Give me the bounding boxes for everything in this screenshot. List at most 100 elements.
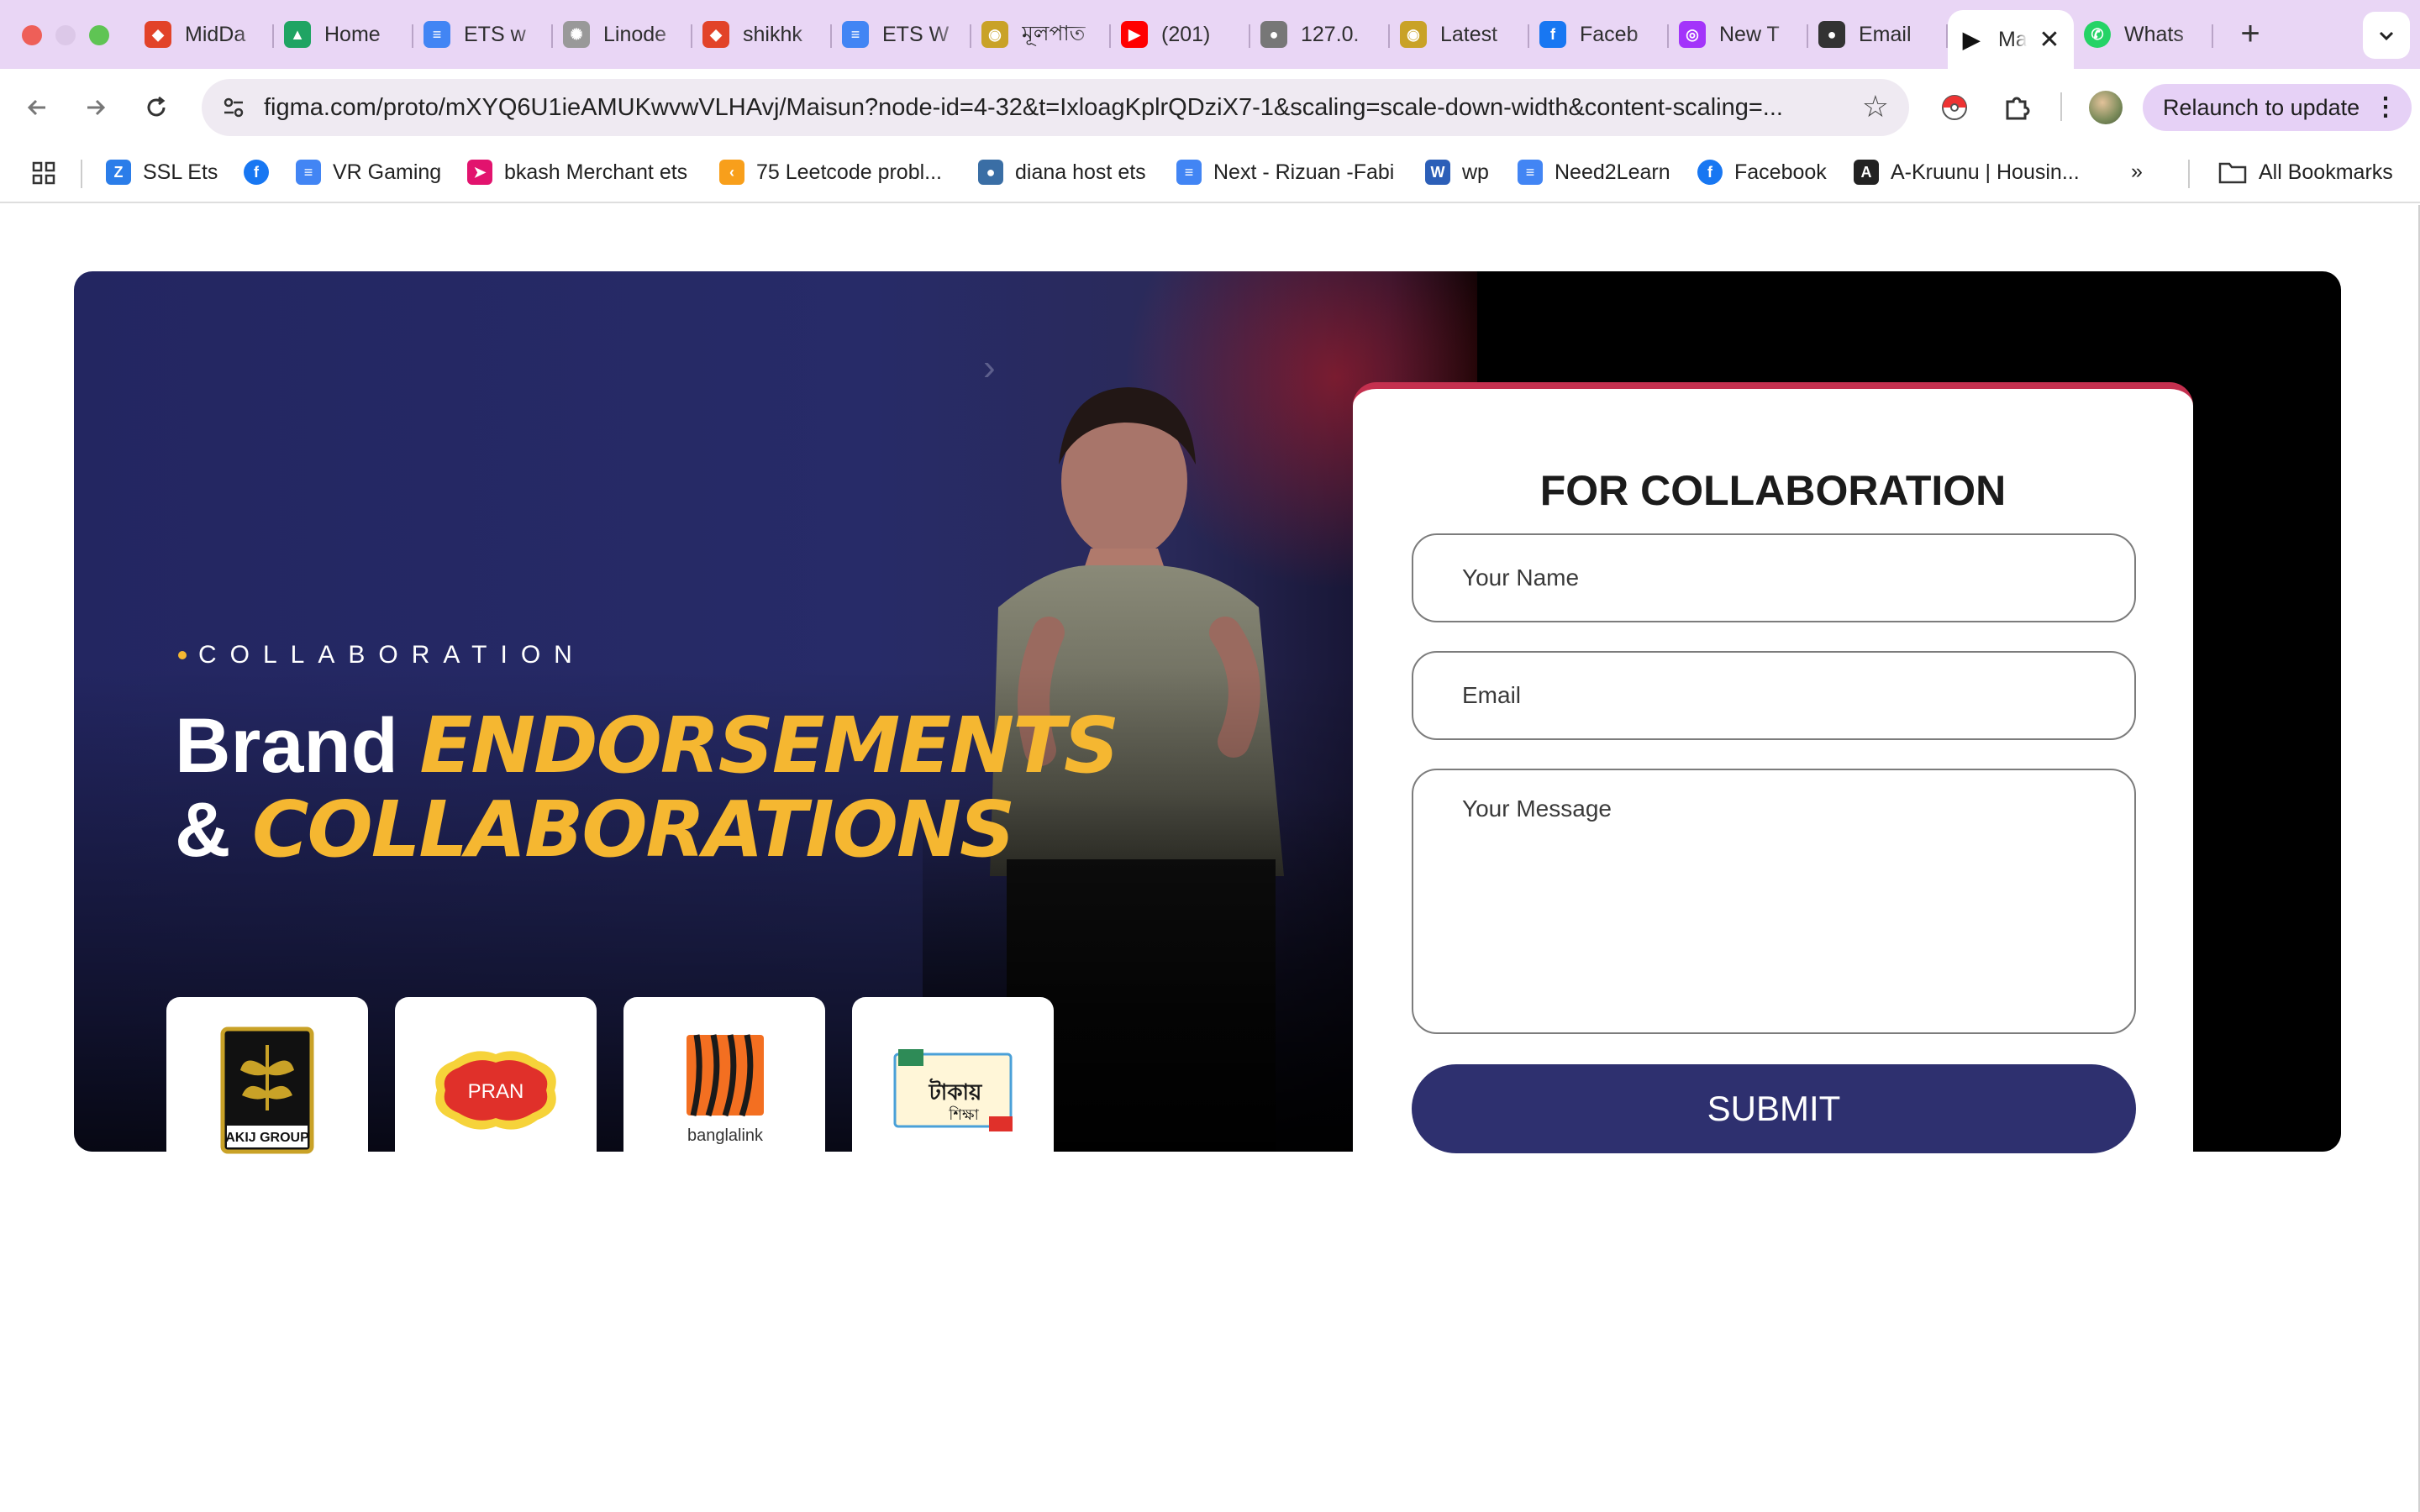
profile-avatar[interactable] <box>2089 91 2123 124</box>
tab-label: ETS w <box>464 22 526 46</box>
browser-tab[interactable]: ● 127.0. <box>1250 10 1390 59</box>
site-logo-icon: ◉ <box>1400 21 1427 48</box>
tab-label: 127.0. <box>1301 22 1360 46</box>
more-vertical-icon[interactable]: ⋮ <box>2373 92 2398 122</box>
bookmark-item[interactable]: ‹ 75 Leetcode probl... <box>719 160 942 185</box>
bookmark-item[interactable]: Z SSL Ets <box>106 160 218 185</box>
facebook-icon: f <box>244 160 269 185</box>
google-docs-icon: ≡ <box>1176 160 1202 185</box>
all-bookmarks-label: All Bookmarks <box>2259 160 2393 184</box>
section-eyebrow: COLLABORATION <box>178 641 586 669</box>
back-button[interactable] <box>17 87 57 128</box>
bkash-icon: ➤ <box>467 160 492 185</box>
site-info-icon[interactable] <box>217 91 250 124</box>
browser-tab[interactable]: ◆ MidDa <box>134 10 274 59</box>
headline-word: & <box>175 787 231 873</box>
tab-divider <box>2212 24 2213 48</box>
bookmark-label: 75 Leetcode probl... <box>756 160 942 184</box>
message-textarea[interactable] <box>1412 769 2136 1034</box>
svg-text:AKIJ GROUP: AKIJ GROUP <box>225 1131 309 1145</box>
browser-tab[interactable]: ✺ Linode <box>553 10 692 59</box>
openai-icon: ✺ <box>563 21 590 48</box>
pokeball-extension-icon[interactable] <box>1934 87 1975 128</box>
bookmark-item[interactable]: f <box>244 160 281 185</box>
bookmarks-divider <box>2188 160 2190 188</box>
partner-logos: AKIJ GROUP PRAN banglalink টাকায় শিক্ষা <box>166 997 1054 1184</box>
google-docs-icon: ≡ <box>842 21 869 48</box>
bookmark-item[interactable]: Wwp <box>1425 160 1489 185</box>
tab-strip: ◆ MidDa ▲ Home ≡ ETS w ✺ Linode ◆ shikhk ≡ ETS W ◉ মূ… <box>0 0 2420 69</box>
maximize-window-button[interactable] <box>89 25 109 45</box>
github-icon: ● <box>1818 21 1845 48</box>
site-logo-icon: ◉ <box>981 21 1008 48</box>
browser-tab[interactable]: ▶ (201) <box>1111 10 1250 59</box>
reload-button[interactable] <box>136 87 176 128</box>
relaunch-button[interactable]: Relaunch to update ⋮ <box>2143 84 2412 131</box>
tab-label: Home <box>324 22 381 46</box>
minimize-window-button[interactable] <box>55 25 76 45</box>
facebook-icon: f <box>1697 160 1723 185</box>
bookmarks-overflow-icon[interactable]: » <box>2131 160 2143 184</box>
browser-tab[interactable]: ≡ ETS W <box>832 10 971 59</box>
folder-icon <box>2218 162 2247 184</box>
bookmark-item[interactable]: ● diana host ets <box>978 160 1146 185</box>
close-window-button[interactable] <box>22 25 42 45</box>
browser-tab-active[interactable]: ▶ Ma ✕ <box>1948 10 2074 69</box>
headline-accent: COLLABORATIONS <box>252 785 1015 874</box>
google-docs-icon: ≡ <box>424 21 450 48</box>
bookmark-item[interactable]: ≡ Need2Learn <box>1518 160 1670 185</box>
name-input[interactable] <box>1412 533 2136 622</box>
eyebrow-dot <box>178 651 187 659</box>
browser-tab[interactable]: ◆ shikhk <box>692 10 832 59</box>
ssl-icon: Z <box>106 160 131 185</box>
reload-icon <box>147 96 166 117</box>
bookmark-item[interactable]: ➤ bkash Merchant ets <box>467 160 687 185</box>
browser-tab[interactable]: ◉ Latest <box>1390 10 1529 59</box>
close-tab-icon[interactable]: ✕ <box>2037 25 2062 55</box>
youtube-icon: ▶ <box>1121 21 1148 48</box>
browser-tab[interactable]: ◎ New T <box>1669 10 1808 59</box>
new-tab-button[interactable]: + <box>2232 15 2269 53</box>
banglalink-logo: banglalink <box>687 1034 764 1145</box>
browser-tab[interactable]: ≡ ETS w <box>413 10 553 59</box>
tab-label: মূলপাত <box>1022 21 1086 45</box>
bookmark-star-icon[interactable]: ☆ <box>1862 89 1889 124</box>
bookmark-item[interactable]: f Facebook <box>1697 160 1827 185</box>
form-title: FOR COLLABORATION <box>1539 467 2007 514</box>
whatsapp-icon: ✆ <box>2084 21 2111 48</box>
bookmark-label: diana host ets <box>1015 160 1146 184</box>
browser-tab[interactable]: f Faceb <box>1529 10 1669 59</box>
browser-tab[interactable]: ◉ মূলপাত <box>971 10 1111 59</box>
bookmark-label: SSL Ets <box>143 160 218 184</box>
forward-button[interactable] <box>76 87 116 128</box>
tab-label: Faceb <box>1580 22 1639 46</box>
tab-label: ETS W <box>882 22 950 46</box>
submit-button[interactable]: SUBMIT <box>1412 1064 2136 1153</box>
relaunch-label: Relaunch to update <box>2163 94 2360 120</box>
bookmark-item[interactable]: ≡ VR Gaming <box>296 160 441 185</box>
email-input[interactable] <box>1412 651 2136 740</box>
messenger-icon: ◎ <box>1679 21 1706 48</box>
tab-label: New T <box>1719 22 1780 46</box>
eyebrow-label: COLLABORATION <box>198 641 586 669</box>
extensions-puzzle-icon[interactable] <box>1996 87 2037 128</box>
all-bookmarks-button[interactable]: All Bookmarks <box>2218 160 2393 185</box>
address-bar[interactable]: figma.com/proto/mXYQ6U1ieAMUKwvwVLHAvj/M… <box>202 79 1909 136</box>
bookmark-label: Facebook <box>1734 160 1827 184</box>
tab-search-button[interactable] <box>2363 12 2410 59</box>
tab-label: (201) <box>1161 22 1211 46</box>
bookmark-item[interactable]: A A-Kruunu | Housin... <box>1854 160 2080 185</box>
arrow-right-icon <box>87 99 106 116</box>
banglalink-logo-card: banglalink <box>623 997 825 1184</box>
svg-text:টাকায়: টাকায় <box>929 1078 983 1105</box>
gitlab-icon: ◆ <box>145 21 171 48</box>
google-drive-icon: ▲ <box>284 21 311 48</box>
browser-tab[interactable]: ✆ Whats <box>2074 10 2213 59</box>
bookmark-item[interactable]: ≡ Next - Rizuan -Fabi <box>1176 160 1394 185</box>
apps-grid-icon[interactable] <box>30 160 57 186</box>
facebook-icon: f <box>1539 21 1566 48</box>
url-text: figma.com/proto/mXYQ6U1ieAMUKwvwVLHAvj/M… <box>264 94 1783 121</box>
browser-tab[interactable]: ● Email <box>1808 10 1948 59</box>
akij-group-logo-card: AKIJ GROUP <box>166 997 368 1184</box>
browser-tab[interactable]: ▲ Home <box>274 10 413 59</box>
